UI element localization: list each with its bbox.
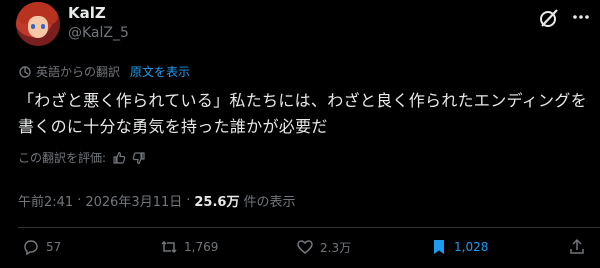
avatar[interactable] [16, 2, 60, 46]
repost-button[interactable]: 1,769 [160, 238, 218, 256]
divider [18, 227, 600, 228]
views-count: 25.6万 [194, 195, 240, 210]
tweet-time[interactable]: 午前2:41 [18, 191, 73, 210]
meta-separator: · [77, 193, 82, 208]
share-icon [570, 238, 584, 254]
avatar-eye-left [31, 24, 35, 29]
like-button[interactable]: 2.3万 [296, 238, 351, 256]
like-count: 2.3万 [320, 240, 352, 255]
author-handle[interactable]: @KalZ_5 [68, 25, 129, 41]
translate-icon [19, 65, 31, 78]
translation-notice: 英語からの翻訳 原文を表示 [18, 63, 190, 80]
action-bar: 57 1,769 2.3万 1,028 [0, 238, 600, 264]
thumbs-up-icon[interactable] [112, 151, 126, 165]
show-original-link[interactable]: 原文を表示 [130, 63, 190, 80]
repost-count: 1,769 [184, 240, 219, 254]
meta-separator-2: · [186, 193, 191, 208]
tweet-meta: 午前2:41 · 2026年3月11日 · 25.6万 件の表示 [18, 191, 295, 210]
thumbs-down-icon[interactable] [132, 151, 146, 165]
rate-translation-label: この翻訳を評価: [18, 151, 107, 165]
views-label: 件の表示 [243, 195, 296, 210]
bookmark-count: 1,028 [454, 240, 489, 254]
rate-translation: この翻訳を評価: [18, 149, 146, 166]
avatar-eye-right [41, 24, 45, 29]
reply-icon [24, 240, 38, 256]
more-options-icon[interactable] [571, 10, 591, 24]
bookmark-button[interactable]: 1,028 [430, 238, 488, 256]
heart-icon [297, 240, 313, 254]
tweet-date[interactable]: 2026年3月11日 [85, 191, 182, 210]
tweet-text: 「わざと悪く作られている」私たちには、わざと良く作られたエンディングを書くのに十… [18, 91, 587, 136]
reply-count: 57 [46, 240, 62, 254]
share-button[interactable] [568, 238, 586, 256]
grok-icon[interactable] [537, 6, 561, 30]
author-display-name[interactable]: KalZ [68, 4, 106, 22]
reply-button[interactable]: 57 [22, 238, 61, 256]
repost-icon [161, 240, 177, 254]
bookmark-icon [434, 240, 444, 254]
translation-label: 英語からの翻訳 [36, 65, 121, 79]
